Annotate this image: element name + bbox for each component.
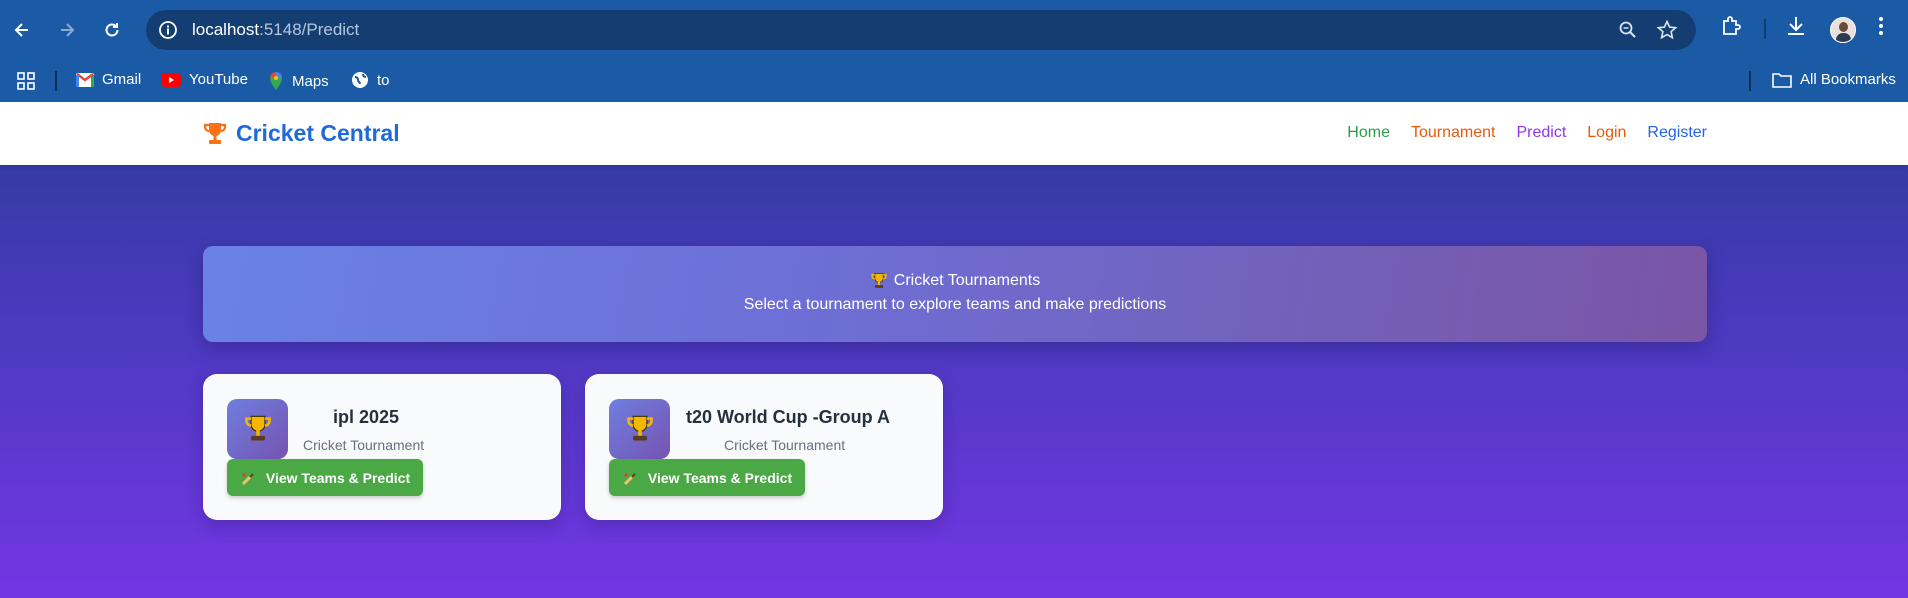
gmail-icon	[76, 72, 94, 87]
all-bookmarks-label: All Bookmarks	[1800, 71, 1896, 88]
extensions-icon[interactable]	[1719, 14, 1743, 43]
hero-title-row: Cricket Tournaments	[203, 272, 1707, 290]
cricket-bat-icon	[623, 472, 636, 485]
trophy-icon	[871, 273, 887, 288]
tournament-card[interactable]: t20 World Cup -Group A Cricket Tournamen…	[585, 374, 943, 520]
nav-home[interactable]: Home	[1347, 124, 1390, 142]
toolbar-divider	[1764, 19, 1766, 39]
site-info-icon[interactable]	[158, 20, 178, 45]
address-bar[interactable]: localhost:5148/Predict	[146, 10, 1696, 50]
url-text[interactable]: localhost:5148/Predict	[192, 20, 359, 40]
cricket-bat-icon	[241, 472, 254, 485]
hero-title: Cricket Tournaments	[893, 272, 1041, 289]
button-label: View Teams & Predict	[647, 469, 793, 486]
all-bookmarks[interactable]: All Bookmarks	[1772, 71, 1896, 88]
trophy-icon	[203, 122, 227, 144]
bookmark-to[interactable]: to	[351, 71, 390, 89]
profile-avatar[interactable]	[1830, 17, 1856, 43]
bookmark-label: Maps	[292, 72, 329, 90]
brand-name: Cricket Central	[236, 120, 400, 146]
zoom-icon[interactable]	[1618, 20, 1638, 45]
nav-predict[interactable]: Predict	[1516, 124, 1566, 142]
hero-subtitle: Select a tournament to explore teams and…	[743, 296, 1167, 313]
back-icon[interactable]	[6, 14, 38, 46]
nav-login[interactable]: Login	[1587, 124, 1626, 142]
bookmarks-bar: Gmail YouTube Maps to All Bookmarks	[0, 60, 1908, 102]
hero-banner: Cricket Tournaments Select a tournament …	[203, 246, 1707, 342]
bookmark-youtube[interactable]: YouTube	[161, 71, 248, 88]
reload-icon[interactable]	[96, 14, 128, 46]
youtube-icon	[161, 72, 181, 87]
bookmark-label: YouTube	[189, 71, 248, 88]
page-content: Cricket Central Home Tournament Predict …	[0, 102, 1908, 598]
bookmarks-divider	[55, 71, 57, 91]
download-icon[interactable]	[1784, 14, 1808, 43]
tournament-name: ipl 2025	[333, 407, 400, 427]
forward-icon[interactable]	[51, 14, 83, 46]
bookmark-star-icon[interactable]	[1656, 19, 1678, 46]
bookmarks-divider	[1749, 71, 1751, 91]
nav-tournament[interactable]: Tournament	[1411, 124, 1496, 142]
globe-icon	[352, 72, 368, 88]
bookmark-maps[interactable]: Maps	[268, 71, 329, 91]
tournament-type: Cricket Tournament	[724, 437, 846, 453]
view-teams-predict-button[interactable]: View Teams & Predict	[609, 459, 805, 496]
site-header: Cricket Central Home Tournament Predict …	[0, 102, 1908, 165]
bookmark-label: to	[377, 71, 390, 89]
maps-icon	[270, 72, 282, 90]
bookmark-gmail[interactable]: Gmail	[76, 71, 141, 88]
browser-toolbar: localhost:5148/Predict	[0, 0, 1908, 60]
tournament-type: Cricket Tournament	[303, 437, 425, 453]
trophy-icon	[227, 399, 288, 459]
folder-icon	[1772, 72, 1792, 88]
apps-grid-icon[interactable]	[16, 71, 36, 91]
nav-register[interactable]: Register	[1647, 124, 1707, 142]
brand-logo[interactable]: Cricket Central	[202, 120, 400, 147]
trophy-icon	[609, 399, 670, 459]
tournament-name: t20 World Cup -Group A	[686, 407, 890, 427]
url-path: :5148/Predict	[259, 20, 360, 39]
menu-dots-icon[interactable]	[1876, 14, 1886, 43]
button-label: View Teams & Predict	[265, 469, 411, 486]
bookmark-label: Gmail	[102, 71, 142, 88]
tournament-card[interactable]: ipl 2025 Cricket Tournament View Teams &…	[203, 374, 561, 520]
site-nav: Home Tournament Predict Login Register	[1347, 124, 1707, 142]
url-host: localhost	[192, 20, 260, 39]
view-teams-predict-button[interactable]: View Teams & Predict	[227, 459, 423, 496]
